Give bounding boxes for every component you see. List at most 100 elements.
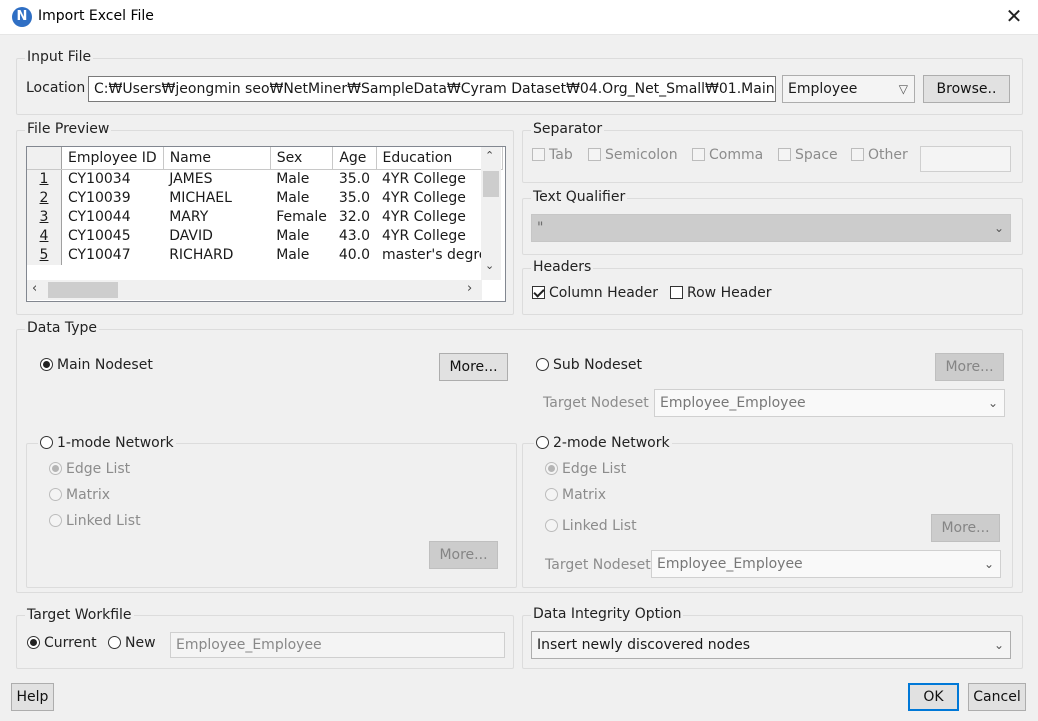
radio[interactable]: [108, 636, 121, 649]
separator-other[interactable]: Other: [851, 147, 908, 163]
separator-label: Separator: [531, 121, 605, 137]
table-row[interactable]: 4 CY10045 DAVID Male 43.0 4YR College: [27, 227, 502, 246]
one-mode-linked-list[interactable]: Linked List: [49, 513, 141, 529]
two-mode-more-button[interactable]: More...: [931, 514, 1000, 542]
table-cell: Female: [276, 209, 327, 225]
workfile-current-radio[interactable]: Current: [27, 635, 97, 651]
column-header[interactable]: Age: [332, 147, 377, 170]
radio[interactable]: [40, 436, 53, 449]
table-cell: 43.0: [338, 228, 370, 244]
workfile-new-radio[interactable]: New: [108, 635, 156, 651]
two-mode-matrix-label: Matrix: [562, 487, 607, 503]
column-header-label: Column Header: [549, 285, 659, 301]
one-mode-edge-list[interactable]: Edge List: [49, 461, 130, 477]
sub-nodeset-label: Sub Nodeset: [553, 357, 643, 373]
column-header[interactable]: Name: [163, 147, 271, 170]
two-target-nodeset-select[interactable]: Employee_Employee ⌄: [651, 550, 1001, 578]
vertical-scrollbar[interactable]: ⌃ ⌄: [481, 147, 501, 280]
column-header[interactable]: Employee ID: [61, 147, 164, 170]
scroll-right-icon[interactable]: ›: [467, 281, 472, 296]
location-label: Location: [26, 80, 86, 96]
table-row[interactable]: 2 CY10039 MICHAEL Male 35.0 4YR College: [27, 189, 502, 208]
data-type-label: Data Type: [25, 320, 100, 336]
row-number: 2: [27, 189, 62, 208]
main-nodeset-radio[interactable]: Main Nodeset: [40, 357, 153, 373]
one-mode-more-button[interactable]: More...: [429, 541, 498, 569]
scroll-down-icon[interactable]: ⌄: [485, 259, 494, 272]
workfile-name-field[interactable]: Employee_Employee: [170, 632, 505, 658]
cancel-button[interactable]: Cancel: [968, 683, 1026, 711]
radio[interactable]: [49, 514, 62, 527]
sub-target-nodeset-value: Employee_Employee: [660, 395, 806, 411]
text-qualifier-select[interactable]: " ⌄: [531, 214, 1011, 242]
close-icon[interactable]: ✕: [1002, 4, 1026, 28]
radio[interactable]: [536, 358, 549, 371]
separator-semicolon[interactable]: Semicolon: [588, 147, 678, 163]
row-header-option[interactable]: Row Header: [670, 285, 772, 301]
separator-other-input[interactable]: [920, 146, 1011, 172]
data-integrity-value: Insert newly discovered nodes: [537, 637, 751, 653]
checkbox[interactable]: [532, 148, 545, 161]
table-row[interactable]: 3 CY10044 MARY Female 32.0 4YR College: [27, 208, 502, 227]
radio[interactable]: [49, 462, 62, 475]
text-qualifier-label: Text Qualifier: [531, 189, 628, 205]
sub-more-button[interactable]: More...: [935, 353, 1004, 381]
column-header[interactable]: Sex: [270, 147, 334, 170]
two-mode-matrix[interactable]: Matrix: [545, 487, 606, 503]
checkbox[interactable]: [778, 148, 791, 161]
table-cell: RICHARD: [169, 247, 234, 263]
separator-tab[interactable]: Tab: [532, 147, 573, 163]
scroll-thumb[interactable]: [483, 171, 499, 197]
ok-button[interactable]: OK: [908, 683, 959, 711]
two-mode-network-radio[interactable]: 2-mode Network: [534, 435, 672, 451]
scroll-up-icon[interactable]: ⌃: [485, 149, 494, 162]
radio[interactable]: [545, 462, 558, 475]
radio[interactable]: [40, 358, 53, 371]
scroll-left-icon[interactable]: ‹: [32, 281, 37, 296]
two-mode-network-label: 2-mode Network: [553, 435, 670, 451]
workfile-current-label: Current: [44, 635, 97, 651]
preview-grid[interactable]: Employee ID Name Sex Age Education 1 CY1…: [26, 146, 506, 302]
chevron-down-icon: ⌄: [993, 221, 1004, 235]
netminer-app-icon: N: [12, 7, 32, 27]
radio[interactable]: [27, 636, 40, 649]
sub-target-nodeset-select[interactable]: Employee_Employee ⌄: [654, 389, 1005, 417]
separator-comma[interactable]: Comma: [692, 147, 763, 163]
radio[interactable]: [545, 488, 558, 501]
horizontal-scrollbar[interactable]: ‹ ›: [27, 280, 482, 300]
table-row[interactable]: 1 CY10034 JAMES Male 35.0 4YR College: [27, 169, 502, 189]
sub-nodeset-radio[interactable]: Sub Nodeset: [536, 357, 642, 373]
data-integrity-select[interactable]: Insert newly discovered nodes ⌄: [531, 631, 1011, 659]
checkbox[interactable]: [532, 286, 545, 299]
separator-other-label: Other: [868, 147, 908, 163]
one-mode-matrix[interactable]: Matrix: [49, 487, 110, 503]
table-cell: 35.0: [338, 190, 370, 206]
scroll-thumb[interactable]: [48, 282, 118, 298]
headers-label: Headers: [531, 259, 594, 275]
column-header-option[interactable]: Column Header: [532, 285, 658, 301]
browse-button[interactable]: Browse..: [923, 75, 1010, 103]
radio[interactable]: [536, 436, 549, 449]
one-mode-network-radio[interactable]: 1-mode Network: [38, 435, 176, 451]
table-cell: DAVID: [169, 228, 213, 244]
checkbox[interactable]: [851, 148, 864, 161]
help-button[interactable]: Help: [11, 683, 54, 711]
table-row[interactable]: 5 CY10047 RICHARD Male 40.0 master's deg…: [27, 246, 502, 265]
row-header-label: Row Header: [687, 285, 772, 301]
radio[interactable]: [545, 519, 558, 532]
radio[interactable]: [49, 488, 62, 501]
separator-space[interactable]: Space: [778, 147, 838, 163]
checkbox[interactable]: [692, 148, 705, 161]
separator-space-label: Space: [795, 147, 838, 163]
sheet-select[interactable]: Employee ▽: [782, 75, 915, 103]
two-mode-edge-list[interactable]: Edge List: [545, 461, 626, 477]
checkbox[interactable]: [588, 148, 601, 161]
location-field[interactable]: C:₩Users₩jeongmin seo₩NetMiner₩SampleDat…: [88, 76, 776, 102]
table-cell: MICHAEL: [169, 190, 232, 206]
row-number: 4: [27, 227, 62, 246]
main-more-button[interactable]: More...: [439, 353, 508, 381]
header-row: Employee ID Name Sex Age Education: [27, 147, 503, 170]
two-mode-edge-list-label: Edge List: [562, 461, 627, 477]
checkbox[interactable]: [670, 286, 683, 299]
two-mode-linked-list[interactable]: Linked List: [545, 518, 637, 534]
